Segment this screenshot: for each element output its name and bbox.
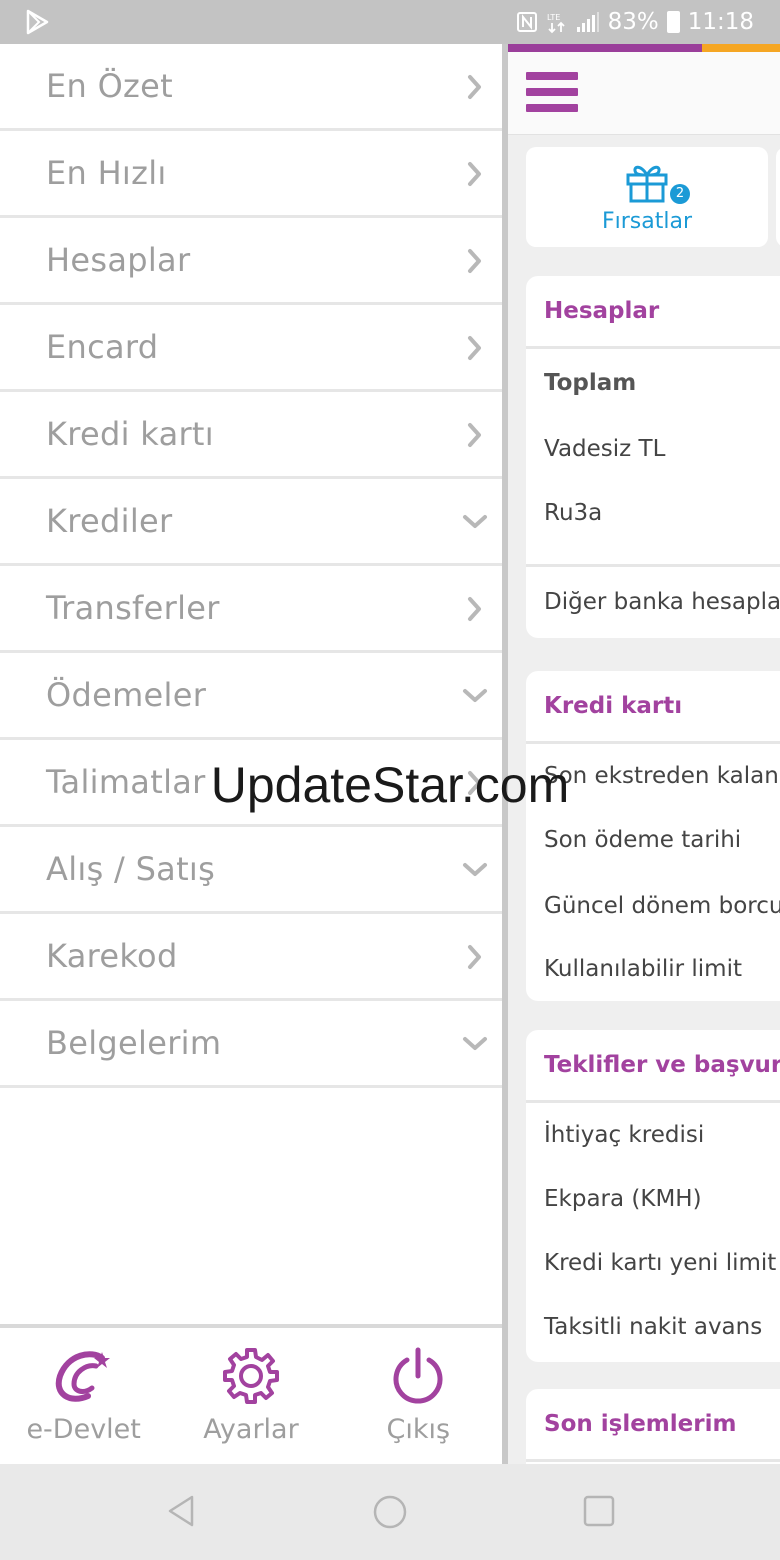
svg-text:LTE: LTE — [547, 13, 560, 22]
drawer-item-label: Encard — [46, 328, 159, 366]
gift-icon — [626, 165, 668, 203]
drawer-item[interactable]: Kredi kartı — [0, 392, 502, 479]
drawer-item-label: Belgelerim — [46, 1024, 222, 1062]
system-nav-bar — [0, 1464, 780, 1560]
accounts-title[interactable]: Hesaplar — [526, 276, 780, 349]
back-icon[interactable] — [166, 1494, 196, 1528]
chevron-right-icon — [468, 945, 481, 969]
battery-percent: 83% — [607, 9, 659, 35]
offer-need-loan[interactable]: İhtiyaç kredisi — [526, 1103, 780, 1167]
chevron-right-icon — [468, 336, 481, 360]
settings-button[interactable]: Ayarlar — [167, 1328, 334, 1464]
drawer-item[interactable]: Belgelerim — [0, 1001, 502, 1088]
stripe-orange — [702, 44, 780, 52]
gear-icon — [222, 1348, 279, 1404]
lte-icon: LTE — [547, 13, 565, 34]
accounts-card: Hesaplar Toplam Vadesiz TL Ru3a Diğer ba… — [526, 276, 780, 638]
drawer-item[interactable]: Karekod — [0, 914, 502, 1001]
cc-row-current-debt: Güncel dönem borcu — [544, 893, 780, 919]
watermark-text: UpdateStar.com — [210, 757, 570, 813]
drawer-item[interactable]: Hesaplar — [0, 218, 502, 305]
logout-label: Çıkış — [386, 1414, 451, 1445]
offers-card: Teklifler ve başvurul İhtiyaç kredisi Ek… — [526, 1030, 780, 1362]
chevron-down-icon — [463, 1037, 487, 1050]
cc-row-due-date: Son ödeme tarihi — [544, 827, 742, 853]
drawer-item[interactable]: En Hızlı — [0, 131, 502, 218]
drawer-item-label: Hesaplar — [46, 241, 191, 279]
accounts-row-ru3a[interactable]: Ru3a — [526, 481, 780, 545]
main-content: 2 Fırsatlar Hesaplar Toplam Vadesiz TL R… — [508, 44, 780, 1464]
drawer-item-label: Alış / Satış — [46, 850, 216, 888]
offer-new-limit[interactable]: Kredi kartı yeni limit — [526, 1231, 780, 1295]
accounts-row-total: Toplam — [544, 370, 637, 396]
chevron-down-icon — [463, 863, 487, 876]
status-bar: LTE 83% 11:18 — [0, 0, 780, 44]
stripe-purple — [508, 44, 702, 52]
drawer-item-label: Karekod — [46, 937, 178, 975]
cc-row-available-limit: Kullanılabilir limit — [544, 956, 742, 982]
credit-card-title[interactable]: Kredi kartı — [526, 671, 780, 744]
credit-card-card: Kredi kartı Son ekstreden kalan Son ödem… — [526, 671, 780, 1001]
chevron-right-icon — [468, 423, 481, 447]
accounts-row-vadesiz[interactable]: Vadesiz TL — [526, 417, 780, 481]
edevlet-logo-icon — [55, 1351, 110, 1402]
chevron-right-icon — [468, 75, 481, 99]
drawer-item[interactable]: Alış / Satış — [0, 827, 502, 914]
edevlet-label: e-Devlet — [26, 1414, 141, 1445]
app-header — [508, 52, 780, 135]
recent-apps-icon[interactable] — [582, 1494, 616, 1528]
chevron-right-icon — [468, 162, 481, 186]
clock: 11:18 — [687, 9, 754, 35]
next-promo-card[interactable] — [776, 147, 780, 247]
promo-label: Fırsatlar — [601, 209, 693, 234]
recent-transactions-card: Son işlemlerim — [526, 1389, 780, 1464]
logout-button[interactable]: Çıkış — [335, 1328, 502, 1464]
drawer-item[interactable]: Transferler — [0, 566, 502, 653]
other-bank-accounts-link[interactable]: Diğer banka hesapla — [526, 567, 780, 637]
power-icon — [393, 1347, 443, 1404]
edevlet-button[interactable]: e-Devlet — [0, 1328, 167, 1464]
chevron-down-icon — [463, 515, 487, 528]
recent-title[interactable]: Son işlemlerim — [526, 1389, 780, 1462]
drawer-menu: En Özet En Hızlı Hesaplar Encard Kredi kartı… — [0, 44, 502, 1088]
drawer-item-label: Ödemeler — [46, 676, 207, 714]
signal-icon — [576, 12, 599, 32]
nfc-icon — [516, 12, 537, 32]
drawer-item-label: Kredi kartı — [46, 415, 214, 453]
chevron-right-icon — [468, 249, 481, 273]
navigation-drawer: En Özet En Hızlı Hesaplar Encard Kredi kartı… — [0, 44, 502, 1464]
offer-cash-advance[interactable]: Taksitli nakit avans — [526, 1295, 780, 1359]
promo-badge: 2 — [670, 184, 690, 204]
drawer-item-label: En Özet — [46, 67, 173, 105]
promo-card[interactable]: 2 Fırsatlar — [526, 147, 768, 247]
brand-stripes — [508, 44, 780, 52]
hamburger-menu-icon[interactable] — [526, 72, 578, 120]
drawer-item-label: Krediler — [46, 502, 173, 540]
drawer-item[interactable]: Krediler — [0, 479, 502, 566]
home-icon[interactable] — [372, 1494, 408, 1530]
play-store-icon — [26, 9, 49, 35]
drawer-item-label: En Hızlı — [46, 154, 167, 192]
chevron-down-icon — [463, 689, 487, 702]
drawer-item[interactable]: En Özet — [0, 44, 502, 131]
battery-icon — [666, 11, 680, 33]
offers-title[interactable]: Teklifler ve başvurul — [526, 1030, 780, 1103]
drawer-item[interactable]: Ödemeler — [0, 653, 502, 740]
offer-ekpara[interactable]: Ekpara (KMH) — [526, 1167, 780, 1231]
drawer-item[interactable]: Encard — [0, 305, 502, 392]
drawer-item-label: Transferler — [46, 589, 220, 627]
chevron-right-icon — [468, 597, 481, 621]
settings-label: Ayarlar — [203, 1414, 299, 1445]
drawer-bottom-bar: e-Devlet Ayarlar Çıkış — [0, 1324, 502, 1464]
